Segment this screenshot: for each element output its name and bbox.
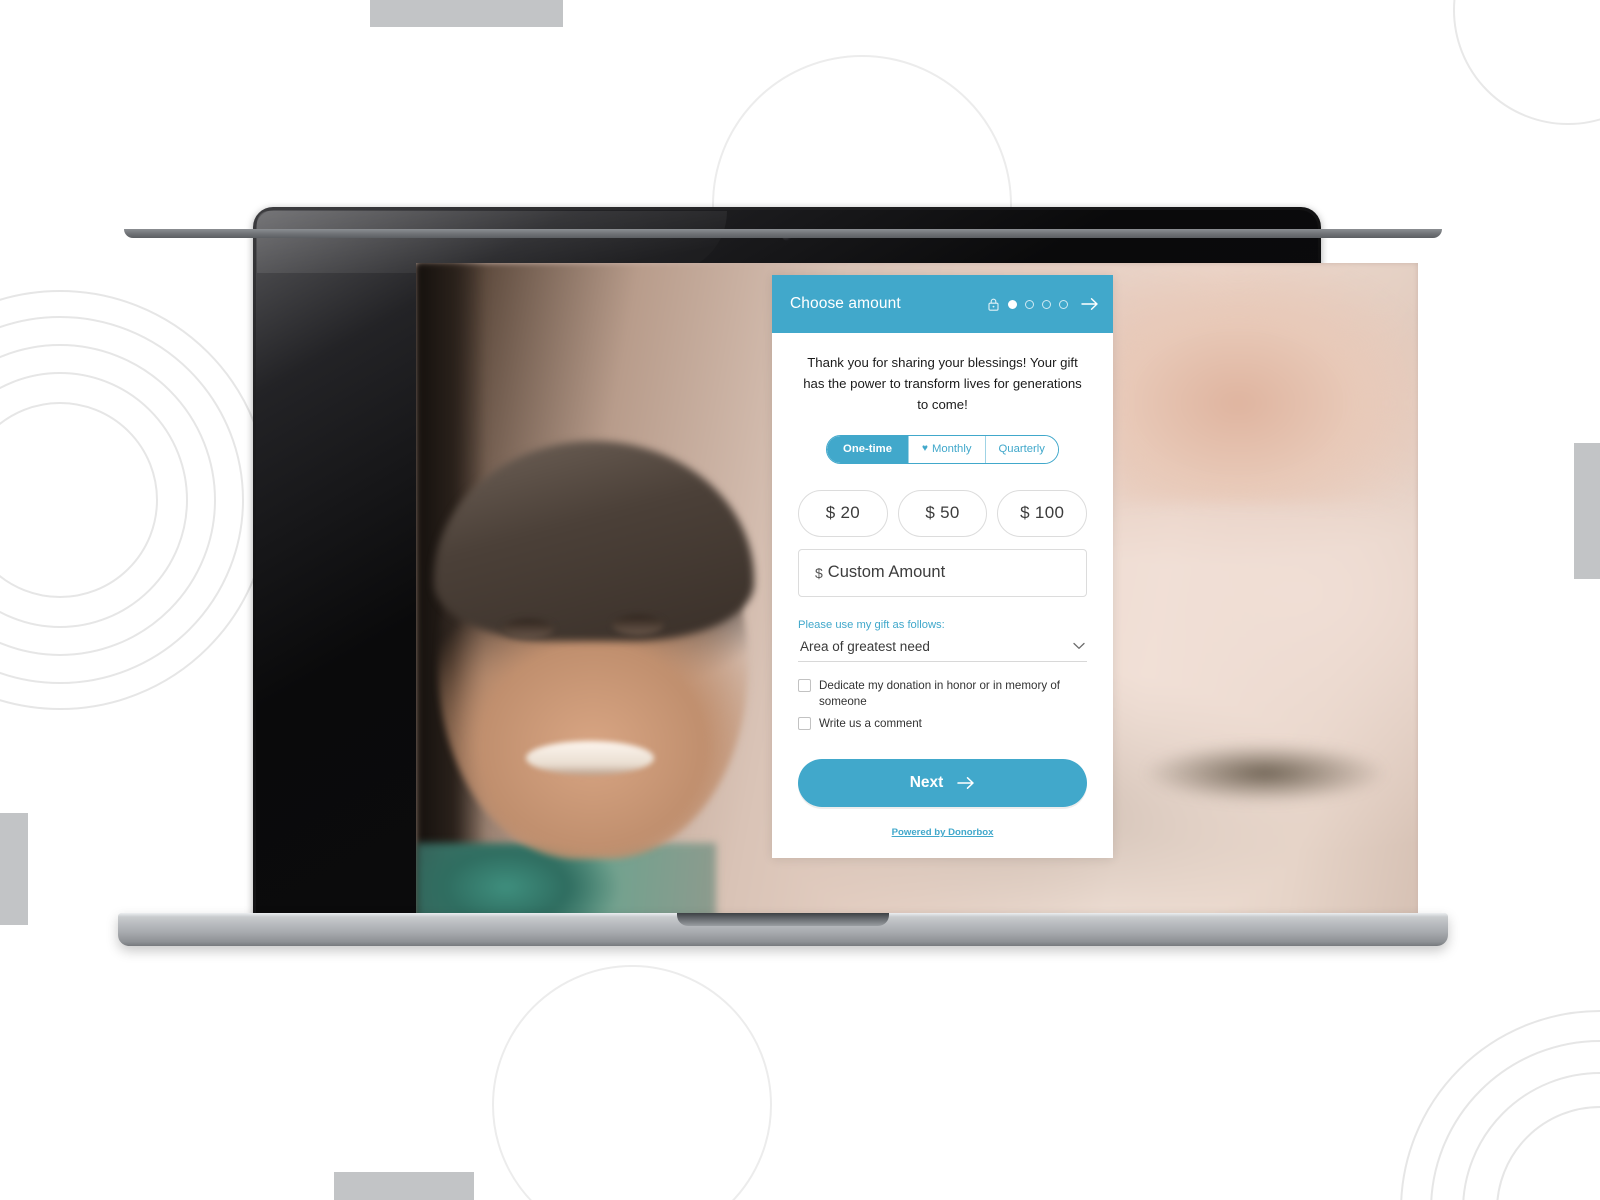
powered-by-link[interactable]: Powered by Donorbox	[798, 827, 1087, 842]
laptop-screen: Choose amount Thank you for sharing your…	[416, 263, 1418, 922]
frequency-selector: One-time ♥ Monthly Quarterly	[826, 434, 1059, 464]
decorative-ring	[1462, 1072, 1600, 1200]
decorative-ring	[1430, 1040, 1600, 1200]
decorative-ring	[1496, 1106, 1600, 1200]
amount-button-50[interactable]: $ 50	[897, 489, 988, 537]
laptop-mockup: Choose amount Thank you for sharing your…	[118, 200, 1448, 970]
form-header: Choose amount	[772, 275, 1113, 333]
photo-blurred-shadow	[1130, 733, 1400, 813]
next-step-arrow-icon[interactable]	[1077, 297, 1099, 311]
frequency-selector-wrap: One-time ♥ Monthly Quarterly	[798, 434, 1087, 464]
frequency-label: Quarterly	[998, 443, 1045, 456]
decorative-circle-top-right	[1453, 0, 1600, 125]
designation-selected-value: Area of greatest need	[800, 638, 930, 654]
heart-icon: ♥	[922, 443, 928, 455]
laptop-lid: Choose amount Thank you for sharing your…	[253, 207, 1418, 922]
preset-amounts: $ 20 $ 50 $ 100	[798, 489, 1088, 537]
form-header-controls	[988, 297, 1099, 311]
checkbox-comment[interactable]	[798, 717, 811, 731]
page-title: Choose amount	[790, 295, 901, 312]
decorative-concentric-rings-bottom-right	[1400, 1010, 1600, 1200]
intro-message: Thank you for sharing your blessings! Yo…	[803, 355, 1082, 412]
designation-block: Please use my gift as follows: Area of g…	[798, 619, 1087, 662]
laptop-base-foot	[124, 229, 1442, 238]
photo-boy-smile	[526, 741, 654, 775]
photo-blurred-foreground	[1118, 263, 1418, 503]
frequency-option-one-time[interactable]: One-time	[827, 435, 909, 463]
currency-symbol: $	[815, 564, 823, 581]
step-dot-3[interactable]	[1042, 299, 1051, 309]
checkbox-row-dedicate[interactable]: Dedicate my donation in honor or in memo…	[798, 678, 1087, 711]
options-checkboxes: Dedicate my donation in honor or in memo…	[798, 678, 1087, 733]
frequency-label: One-time	[843, 443, 892, 456]
form-body: Thank you for sharing your blessings! Yo…	[772, 333, 1113, 858]
step-dot-1[interactable]	[1008, 299, 1017, 309]
step-dot-2[interactable]	[1025, 299, 1034, 309]
step-indicator	[1008, 299, 1068, 309]
custom-amount-placeholder: Custom Amount	[827, 563, 946, 582]
decorative-rectangle-bottom	[334, 1172, 474, 1200]
custom-amount-input[interactable]: $ Custom Amount	[798, 548, 1087, 597]
designation-label: Please use my gift as follows:	[798, 618, 945, 631]
frequency-option-monthly[interactable]: ♥ Monthly	[909, 435, 986, 463]
checkbox-dedicate-label: Dedicate my donation in honor or in memo…	[819, 678, 1061, 709]
amount-button-100[interactable]: $ 100	[997, 489, 1088, 537]
step-dot-4[interactable]	[1059, 299, 1068, 309]
frequency-option-quarterly[interactable]: Quarterly	[985, 435, 1058, 463]
amount-button-20[interactable]: $ 20	[798, 489, 888, 537]
decorative-circle-bottom-left	[492, 965, 772, 1200]
arrow-right-icon	[957, 776, 975, 790]
next-button[interactable]: Next	[798, 758, 1087, 807]
checkbox-dedicate[interactable]	[798, 678, 811, 692]
page-root: Choose amount Thank you for sharing your…	[0, 0, 1600, 1200]
photo-boy-eye-right	[612, 615, 664, 635]
photo-boy-eye-left	[502, 619, 554, 639]
designation-dropdown[interactable]: Area of greatest need	[798, 639, 1087, 662]
decorative-ring	[1400, 1010, 1600, 1200]
next-button-label: Next	[909, 773, 944, 791]
chevron-down-icon	[1073, 642, 1085, 650]
donation-form: Choose amount Thank you for sharing your…	[772, 275, 1113, 858]
decorative-rectangle-right	[1574, 443, 1600, 579]
checkbox-row-comment[interactable]: Write us a comment	[798, 716, 1087, 732]
checkbox-comment-label: Write us a comment	[819, 717, 922, 731]
decorative-rectangle-top	[370, 0, 563, 27]
decorative-rectangle-left	[0, 813, 28, 925]
laptop-base	[118, 913, 1448, 946]
lock-icon	[988, 298, 999, 311]
laptop-base-notch	[677, 913, 889, 926]
frequency-label: Monthly	[931, 443, 972, 456]
